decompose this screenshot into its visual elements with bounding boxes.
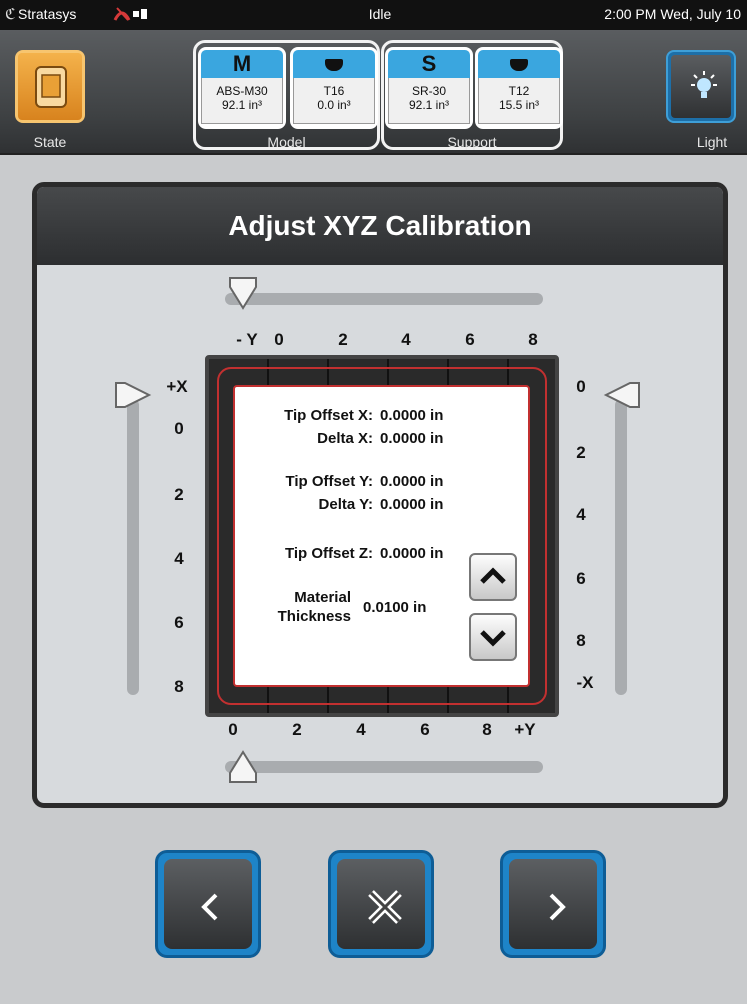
right-tick: 2 [576, 443, 586, 462]
top-tick: 0 [274, 330, 284, 349]
tip-amount: 15.5 in³ [498, 98, 540, 112]
cancel-button[interactable] [328, 850, 434, 958]
printer-icon [35, 66, 67, 108]
status-bar: ℭ Stratasys Idle 2:00 PM Wed, July 10 [0, 0, 747, 30]
left-slider-handle[interactable] [113, 379, 153, 411]
light-bulb-icon [691, 71, 717, 98]
top-tick: 6 [465, 330, 475, 349]
model-material-bay[interactable]: M ABS-M30 92.1 in³ [198, 47, 286, 129]
material-amount: 92.1 in³ [408, 98, 450, 112]
state-label: State [33, 134, 67, 150]
delta-y-value: 0.0000 in [380, 496, 444, 513]
close-icon [368, 890, 402, 924]
support-group-label: Support [447, 134, 497, 150]
support-material-bay[interactable]: S SR-30 92.1 in³ [385, 47, 473, 129]
tip-icon [510, 59, 528, 71]
chevron-up-icon [480, 567, 506, 584]
light-label: Light [696, 134, 728, 150]
support-bay-header: S [388, 50, 470, 78]
chevron-right-icon [549, 893, 566, 921]
next-button[interactable] [500, 850, 606, 958]
tip-offset-x-value: 0.0000 in [380, 407, 444, 424]
bottom-slider-handle[interactable] [227, 749, 259, 785]
material-name: SR-30 [411, 84, 446, 98]
tip-amount: 0.0 in³ [317, 98, 351, 112]
tip-icon [325, 59, 343, 71]
right-tick: 6 [576, 569, 586, 588]
stratasys-logo-icon: ℭ [5, 6, 16, 23]
left-tick: 4 [174, 549, 184, 568]
material-thickness-label-line2: Thickness [277, 608, 351, 625]
left-axis-label: +X [166, 377, 188, 396]
tip-name: T12 [508, 84, 530, 98]
left-tick: 6 [174, 613, 184, 632]
bottom-slider-track[interactable] [225, 761, 543, 773]
material-amount: 92.1 in³ [221, 98, 263, 112]
tip-offset-z-label: Tip Offset Z: [284, 545, 373, 562]
left-tick: 2 [174, 485, 184, 504]
right-tick: 0 [576, 377, 586, 396]
bottom-tick: 8 [482, 720, 492, 739]
left-slider-track[interactable] [127, 399, 139, 695]
bottom-tick: 2 [292, 720, 302, 739]
state-button[interactable] [15, 50, 85, 123]
calibration-panel: Adjust XYZ Calibration - Y 0 2 4 6 8 +X … [32, 182, 728, 808]
increment-button[interactable] [469, 553, 517, 601]
printer-state: Idle [368, 6, 392, 22]
bottom-tick: 6 [420, 720, 430, 739]
toolbar: State M ABS-M30 92.1 in³ T16 0.0 in³ S SR-… [0, 30, 747, 155]
tip-name: T16 [323, 84, 345, 98]
back-button[interactable] [155, 850, 261, 958]
tip-offset-x-label: Tip Offset X: [284, 407, 373, 424]
tip-offset-y-label: Tip Offset Y: [285, 473, 373, 490]
tip-offset-y-value: 0.0000 in [380, 473, 444, 490]
top-slider-handle[interactable] [227, 275, 259, 311]
right-slider-track[interactable] [615, 399, 627, 695]
model-bay-header: M [201, 50, 283, 78]
right-tick: 8 [576, 631, 586, 650]
top-tick: 4 [401, 330, 411, 349]
tip-offset-z-value: 0.0000 in [380, 545, 444, 562]
light-button[interactable] [666, 50, 736, 123]
bottom-axis-label: +Y [514, 720, 536, 739]
top-slider-track[interactable] [225, 293, 543, 305]
model-group-label: Model [267, 134, 306, 150]
bottom-tick: 0 [228, 720, 238, 739]
delta-x-value: 0.0000 in [380, 430, 444, 447]
material-name: ABS-M30 [216, 84, 268, 98]
right-axis-label: -X [576, 673, 594, 692]
top-axis-label: - Y [236, 330, 258, 349]
support-tip-bay[interactable]: T12 15.5 in³ [475, 47, 563, 129]
chevron-left-icon [201, 893, 218, 921]
left-tick: 8 [174, 677, 184, 696]
connection-indicator-icon [113, 7, 147, 21]
delta-y-label: Delta Y: [318, 496, 373, 513]
top-tick: 2 [338, 330, 348, 349]
right-tick: 4 [576, 505, 586, 524]
delta-x-label: Delta X: [317, 430, 373, 447]
dialog-title: Adjust XYZ Calibration [37, 187, 723, 265]
material-thickness-label-line1: Material [294, 589, 351, 606]
chevron-down-icon [480, 630, 506, 647]
material-thickness-value: 0.0100 in [363, 599, 427, 616]
top-tick: 8 [528, 330, 538, 349]
right-slider-handle[interactable] [602, 379, 642, 411]
bottom-tick: 4 [356, 720, 366, 739]
left-tick: 0 [174, 419, 184, 438]
clock: 2:00 PM Wed, July 10 [604, 6, 741, 22]
decrement-button[interactable] [469, 613, 517, 661]
brand-label: Stratasys [18, 6, 77, 22]
offset-readout-box: Tip Offset X: 0.0000 in Delta X: 0.0000 … [233, 385, 530, 687]
model-tip-bay[interactable]: T16 0.0 in³ [290, 47, 378, 129]
